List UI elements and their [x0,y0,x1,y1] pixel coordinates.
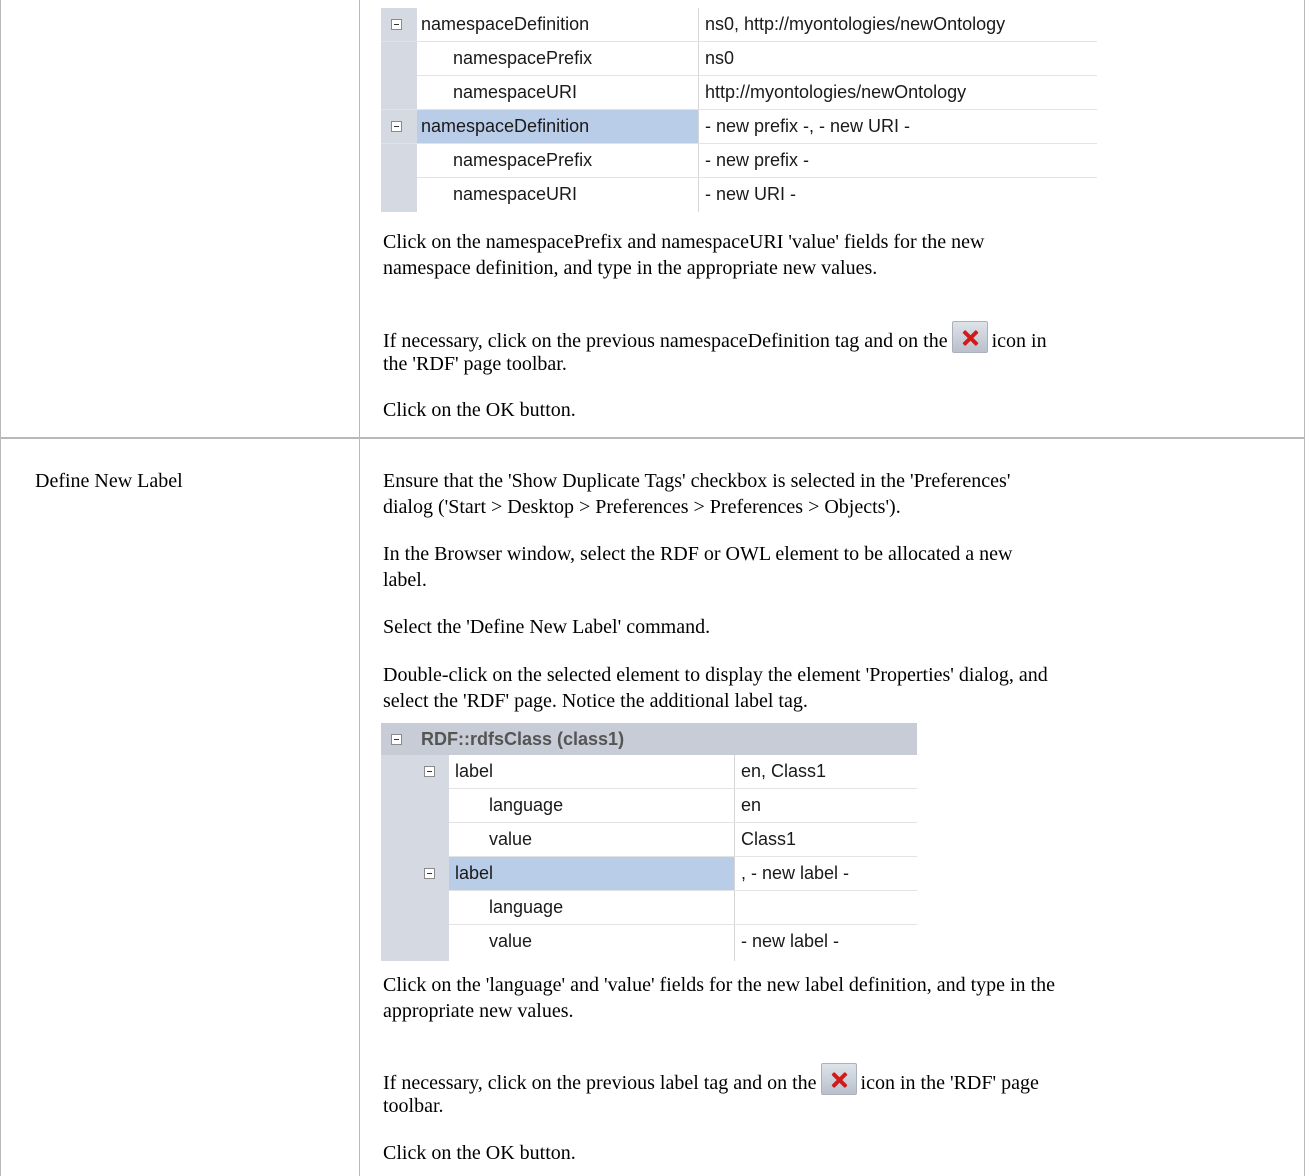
column-divider [359,0,360,1176]
instruction-text: Click on the OK button. [383,399,576,421]
grid-row-namespace-uri-2[interactable]: namespaceURI - new URI - [381,178,1097,212]
collapse-minus-icon[interactable] [424,868,435,879]
label-property-grid: RDF::rdfsClass (class1) label en, Class1… [381,723,917,961]
grid-row-language-1[interactable]: language en [381,789,917,823]
instruction-text: the 'RDF' page toolbar. [383,353,567,375]
collapse-minus-icon[interactable] [391,19,402,30]
instruction-text: select the 'RDF' page. Notice the additi… [383,690,808,712]
instruction-text: In the Browser window, select the RDF or… [383,543,1013,565]
instruction-text: Click on the OK button. [383,1142,576,1164]
grid-row-language-2[interactable]: language [381,891,917,925]
table-left-border [0,0,1,1176]
instruction-text: dialog ('Start > Desktop > Preferences >… [383,496,901,518]
delete-x-icon [951,321,988,353]
grid-row-namespace-definition-2[interactable]: namespaceDefinition - new prefix -, - ne… [381,110,1097,144]
grid-row-namespace-prefix-2[interactable]: namespacePrefix - new prefix - [381,144,1097,178]
instruction-text: appropriate new values. [383,1000,574,1022]
instruction-text: label. [383,569,427,591]
row-divider [0,437,1305,439]
collapse-minus-icon[interactable] [391,121,402,132]
instruction-text: Select the 'Define New Label' command. [383,616,711,638]
grid-row-namespace-prefix-1[interactable]: namespacePrefix ns0 [381,42,1097,76]
grid-row-label-1[interactable]: label en, Class1 [381,755,917,789]
instruction-text: Ensure that the 'Show Duplicate Tags' ch… [383,470,1011,492]
collapse-minus-icon[interactable] [391,734,402,745]
grid-row-namespace-uri-1[interactable]: namespaceURI http://myontologies/newOnto… [381,76,1097,110]
collapse-minus-icon[interactable] [424,766,435,777]
grid-row-value-2[interactable]: value - new label - [381,925,917,961]
grid-header[interactable]: RDF::rdfsClass (class1) [381,723,917,755]
grid-row-namespace-definition-1[interactable]: namespaceDefinition ns0, http://myontolo… [381,8,1097,42]
instruction-text: toolbar. [383,1095,444,1117]
instruction-text: Click on the namespacePrefix and namespa… [383,231,985,253]
grid-row-label-2[interactable]: label , - new label - [381,857,917,891]
row-label: Define New Label [35,470,183,492]
instruction-text: namespace definition, and type in the ap… [383,257,878,279]
instruction-text: Click on the 'language' and 'value' fiel… [383,974,1055,996]
grid-row-value-1[interactable]: value Class1 [381,823,917,857]
delete-x-icon [820,1063,857,1095]
instruction-text: If necessary, click on the previous name… [383,321,1047,354]
instruction-text: Double-click on the selected element to … [383,664,1048,686]
instruction-text: If necessary, click on the previous labe… [383,1063,1039,1096]
namespace-property-grid: namespaceDefinition ns0, http://myontolo… [381,8,1097,212]
